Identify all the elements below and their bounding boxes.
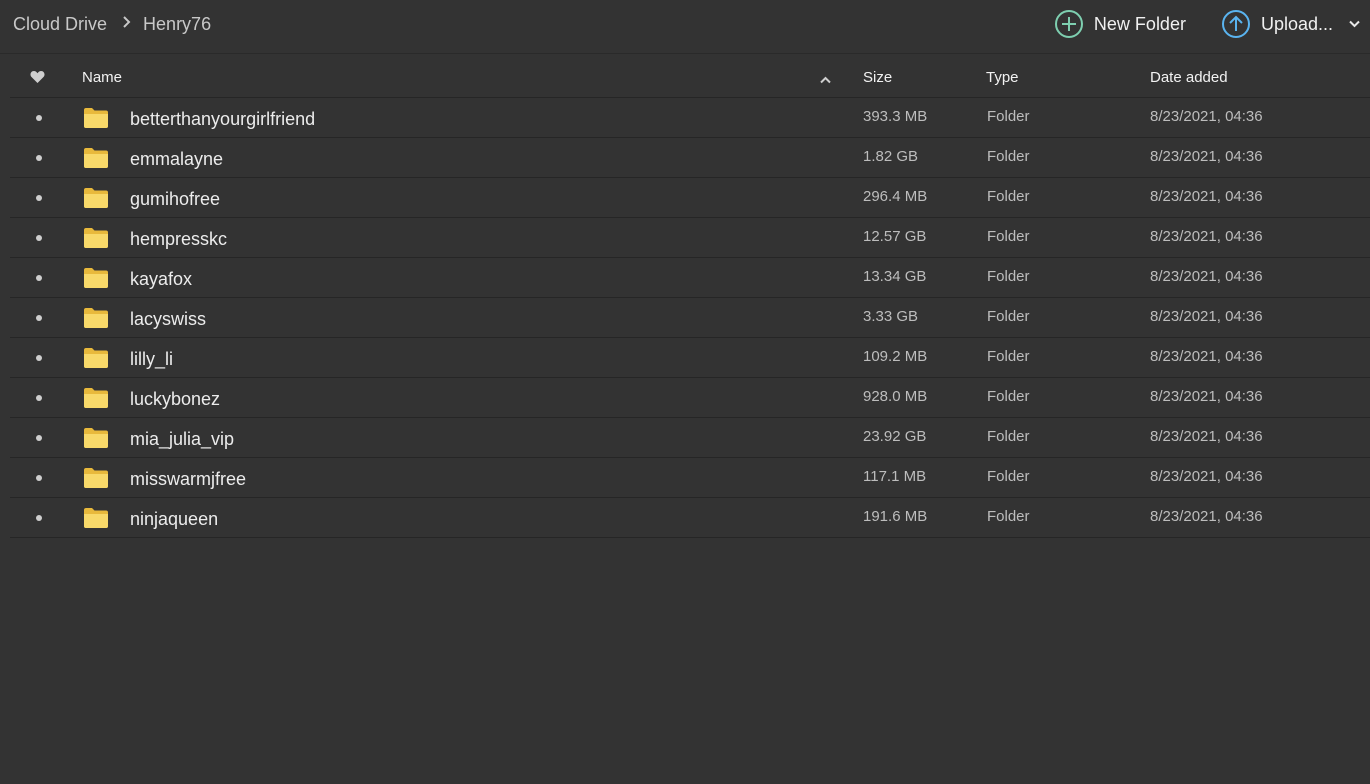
new-folder-label: New Folder <box>1093 13 1186 34</box>
favorite-dot-icon[interactable] <box>36 275 42 281</box>
file-type: Folder <box>987 308 1030 325</box>
file-date: 8/23/2021, 04:36 <box>1150 468 1263 485</box>
upload-label: Upload... <box>1260 13 1333 34</box>
upload-circle-icon <box>1221 10 1250 38</box>
folder-icon <box>83 307 109 334</box>
favorite-dot-icon[interactable] <box>36 395 42 401</box>
file-size: 13.34 GB <box>863 268 927 285</box>
favorite-dot-icon[interactable] <box>36 195 42 201</box>
file-name[interactable]: betterthanyourgirlfriend <box>130 109 315 130</box>
header-type[interactable]: Type <box>986 69 1019 86</box>
chevron-right-icon <box>122 15 131 33</box>
file-size: 1.82 GB <box>863 148 919 165</box>
file-date: 8/23/2021, 04:36 <box>1150 108 1263 125</box>
favorite-dot-icon[interactable] <box>36 515 42 521</box>
table-row[interactable]: luckybonez 928.0 MB Folder 8/23/2021, 04… <box>10 378 1370 418</box>
table-header: Name Size Type Date added <box>10 56 1370 98</box>
folder-icon <box>83 107 109 134</box>
file-name[interactable]: gumihofree <box>130 189 220 210</box>
table-row[interactable]: misswarmjfree 117.1 MB Folder 8/23/2021,… <box>10 458 1370 498</box>
file-name[interactable]: ninjaqueen <box>130 509 218 530</box>
file-size: 191.6 MB <box>863 508 928 525</box>
header-date[interactable]: Date added <box>1150 69 1228 86</box>
file-size: 117.1 MB <box>863 468 927 485</box>
favorite-dot-icon[interactable] <box>36 315 42 321</box>
table-row[interactable]: betterthanyourgirlfriend 393.3 MB Folder… <box>10 98 1370 138</box>
file-type: Folder <box>987 268 1030 285</box>
file-type: Folder <box>987 108 1030 125</box>
file-name[interactable]: kayafox <box>130 269 192 290</box>
file-date: 8/23/2021, 04:36 <box>1150 148 1263 165</box>
table-body: betterthanyourgirlfriend 393.3 MB Folder… <box>10 98 1370 538</box>
folder-icon <box>83 507 109 534</box>
sort-ascending-icon[interactable] <box>820 71 831 88</box>
file-name[interactable]: misswarmjfree <box>130 469 246 490</box>
file-type: Folder <box>987 348 1030 365</box>
folder-icon <box>83 227 109 254</box>
favorite-dot-icon[interactable] <box>36 155 42 161</box>
table-row[interactable]: mia_julia_vip 23.92 GB Folder 8/23/2021,… <box>10 418 1370 458</box>
file-date: 8/23/2021, 04:36 <box>1150 508 1263 525</box>
file-type: Folder <box>987 148 1030 165</box>
file-date: 8/23/2021, 04:36 <box>1150 268 1263 285</box>
folder-icon <box>83 347 109 374</box>
file-type: Folder <box>987 468 1030 485</box>
favorite-dot-icon[interactable] <box>36 235 42 241</box>
file-type: Folder <box>987 508 1030 525</box>
file-size: 23.92 GB <box>863 428 927 445</box>
file-table: Name Size Type Date added betterthanyour… <box>10 56 1370 538</box>
file-size: 296.4 MB <box>863 188 928 205</box>
file-date: 8/23/2021, 04:36 <box>1150 388 1263 405</box>
file-name[interactable]: lacyswiss <box>130 309 206 330</box>
file-size: 393.3 MB <box>863 108 928 125</box>
table-row[interactable]: gumihofree 296.4 MB Folder 8/23/2021, 04… <box>10 178 1370 218</box>
table-row[interactable]: lilly_li 109.2 MB Folder 8/23/2021, 04:3… <box>10 338 1370 378</box>
file-type: Folder <box>987 388 1030 405</box>
file-type: Folder <box>987 188 1030 205</box>
file-name[interactable]: luckybonez <box>130 389 220 410</box>
table-row[interactable]: kayafox 13.34 GB Folder 8/23/2021, 04:36 <box>10 258 1370 298</box>
top-bar: Cloud Drive Henry76 New Folder Upload... <box>0 0 1370 54</box>
file-size: 928.0 MB <box>863 388 928 405</box>
folder-icon <box>83 427 109 454</box>
favorite-dot-icon[interactable] <box>36 115 42 121</box>
folder-icon <box>83 467 109 494</box>
header-size[interactable]: Size <box>863 69 892 86</box>
upload-button[interactable]: Upload... <box>1221 9 1370 39</box>
folder-icon <box>83 147 109 174</box>
table-row[interactable]: hempresskc 12.57 GB Folder 8/23/2021, 04… <box>10 218 1370 258</box>
file-date: 8/23/2021, 04:36 <box>1150 308 1263 325</box>
file-name[interactable]: lilly_li <box>130 349 173 370</box>
header-name[interactable]: Name <box>82 69 122 86</box>
heart-icon[interactable] <box>30 70 45 88</box>
file-type: Folder <box>987 428 1030 445</box>
breadcrumb: Cloud Drive Henry76 <box>13 13 211 35</box>
file-name[interactable]: emmalayne <box>130 149 223 170</box>
file-size: 12.57 GB <box>863 228 927 245</box>
breadcrumb-root[interactable]: Cloud Drive <box>13 14 107 35</box>
file-type: Folder <box>987 228 1030 245</box>
chevron-down-icon[interactable] <box>1349 20 1360 28</box>
file-date: 8/23/2021, 04:36 <box>1150 428 1263 445</box>
toolbar-actions: New Folder Upload... <box>1054 9 1370 39</box>
breadcrumb-current[interactable]: Henry76 <box>143 14 211 35</box>
folder-icon <box>83 267 109 294</box>
folder-icon <box>83 387 109 414</box>
file-date: 8/23/2021, 04:36 <box>1150 348 1263 365</box>
table-row[interactable]: emmalayne 1.82 GB Folder 8/23/2021, 04:3… <box>10 138 1370 178</box>
table-row[interactable]: lacyswiss 3.33 GB Folder 8/23/2021, 04:3… <box>10 298 1370 338</box>
plus-circle-icon <box>1054 10 1083 38</box>
folder-icon <box>83 187 109 214</box>
file-name[interactable]: hempresskc <box>130 229 227 250</box>
file-size: 3.33 GB <box>863 308 919 325</box>
file-date: 8/23/2021, 04:36 <box>1150 228 1263 245</box>
favorite-dot-icon[interactable] <box>36 355 42 361</box>
favorite-dot-icon[interactable] <box>36 475 42 481</box>
favorite-dot-icon[interactable] <box>36 435 42 441</box>
new-folder-button[interactable]: New Folder <box>1054 9 1186 39</box>
table-row[interactable]: ninjaqueen 191.6 MB Folder 8/23/2021, 04… <box>10 498 1370 538</box>
file-name[interactable]: mia_julia_vip <box>130 429 234 450</box>
file-date: 8/23/2021, 04:36 <box>1150 188 1263 205</box>
file-size: 109.2 MB <box>863 348 928 365</box>
